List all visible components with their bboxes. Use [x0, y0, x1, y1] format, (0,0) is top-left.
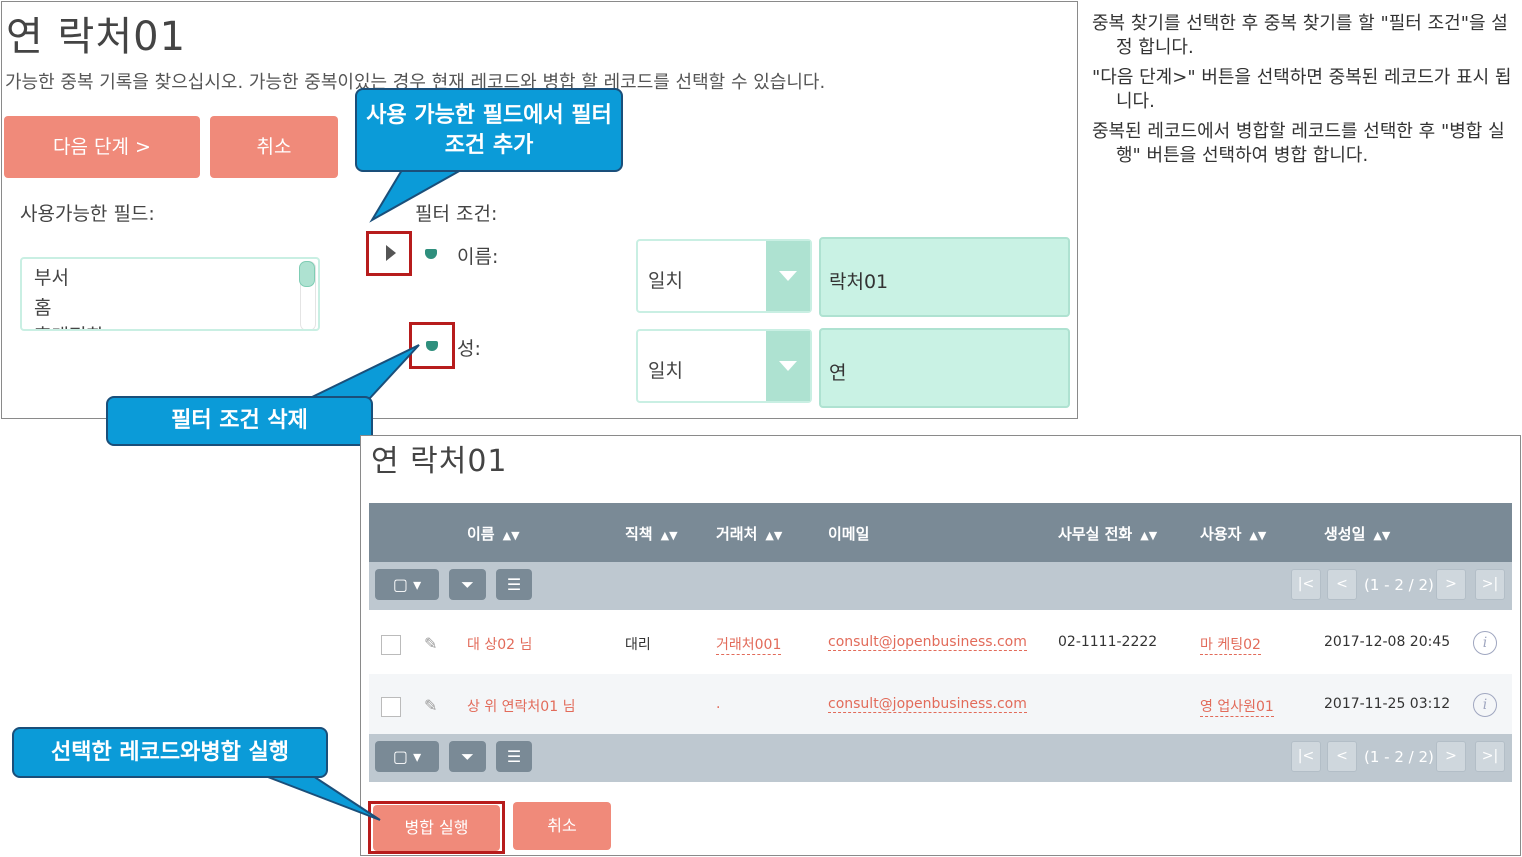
info-icon[interactable]: i — [1473, 631, 1497, 655]
table-row[interactable]: ✎ 대 상02 님 대리 거래처001 consult@jopenbusines… — [369, 612, 1512, 674]
note-line: 중복 찾기를 선택한 후 중복 찾기를 할 "필터 조건"을 설정 합니다. — [1092, 13, 1508, 58]
cell-user[interactable]: 마 케팅02 — [1200, 634, 1261, 655]
pagination-text: (1 - 2 / 2) — [1364, 748, 1434, 766]
first-page-button[interactable]: |< — [1291, 741, 1321, 772]
table-toolbar-top: ▢ ▾ ⏷ ☰ |< < (1 - 2 / 2) > >| — [369, 562, 1512, 610]
instruction-notes: 중복 찾기를 선택한 후 중복 찾기를 할 "필터 조건"을 설정 합니다. "… — [1092, 12, 1512, 174]
col-header-name[interactable]: 이름 ▲▼ — [467, 523, 520, 544]
last-page-button[interactable]: >| — [1475, 569, 1505, 600]
col-header-title[interactable]: 직책 ▲▼ — [625, 523, 678, 544]
first-page-button[interactable]: |< — [1291, 569, 1321, 600]
cell-name[interactable]: 대 상02 님 — [467, 634, 532, 654]
cell-account[interactable]: . — [716, 696, 720, 712]
cell-name[interactable]: 상 위 연락처01 님 — [467, 696, 575, 716]
info-icon[interactable]: i — [1473, 693, 1497, 717]
list-item[interactable]: 휴대전화 — [34, 321, 104, 329]
list-icon[interactable]: ☰ — [496, 741, 532, 772]
filter-icon[interactable]: ⏷ — [449, 741, 486, 772]
cancel-merge-button[interactable]: 취소 — [513, 802, 611, 850]
table-row[interactable]: ✎ 상 위 연락처01 님 . consult@jopenbusiness.co… — [369, 674, 1512, 736]
operator-select-last-name[interactable]: 일치 — [636, 329, 812, 403]
scrollbar-thumb[interactable] — [299, 261, 315, 287]
col-header-email: 이메일 — [828, 525, 870, 543]
note-line: "다음 단계>" 버튼을 선택하면 중복된 레코드가 표시 됩니다. — [1092, 67, 1512, 112]
col-header-account[interactable]: 거래처 ▲▼ — [716, 523, 782, 544]
trash-icon[interactable] — [425, 249, 437, 259]
cell-created: 2017-11-25 03:12 — [1324, 696, 1451, 712]
list-icon[interactable]: ☰ — [496, 569, 532, 600]
pencil-icon[interactable]: ✎ — [424, 696, 437, 715]
pencil-icon[interactable]: ✎ — [424, 634, 437, 653]
callout-merge: 선택한 레코드와병합 실행 — [12, 727, 328, 778]
next-step-button[interactable]: 다음 단계 > — [4, 116, 200, 178]
duplicates-result-panel: 연 락처01 이름 ▲▼ 직책 ▲▼ 거래처 ▲▼ 이메일 사무실 전화 ▲▼ 사용자 ▲… — [360, 435, 1521, 856]
prev-page-button[interactable]: < — [1327, 741, 1357, 772]
callout-add-filter: 사용 가능한 필드에서 필터 조건 추가 — [355, 88, 623, 172]
cell-phone: 02-1111-2222 — [1058, 634, 1158, 650]
cell-email[interactable]: consult@jopenbusiness.com — [828, 696, 1027, 713]
chevron-down-icon[interactable] — [766, 241, 810, 311]
col-header-phone[interactable]: 사무실 전화 ▲▼ — [1058, 523, 1157, 544]
col-header-user[interactable]: 사용자 ▲▼ — [1200, 523, 1266, 544]
page-title: 연 락처01 — [6, 14, 187, 60]
prev-page-button[interactable]: < — [1327, 569, 1357, 600]
filter-label-last-name: 성: — [457, 338, 481, 360]
cell-user[interactable]: 영 업사원01 — [1200, 696, 1274, 717]
row-checkbox[interactable] — [381, 697, 401, 717]
add-filter-highlight[interactable] — [366, 231, 412, 276]
table-toolbar-bottom: ▢ ▾ ⏷ ☰ |< < (1 - 2 / 2) > >| — [369, 734, 1512, 782]
cancel-button[interactable]: 취소 — [210, 116, 338, 178]
chevron-down-icon[interactable] — [766, 331, 810, 401]
row-checkbox[interactable] — [381, 635, 401, 655]
next-page-button[interactable]: > — [1436, 741, 1466, 772]
col-header-created[interactable]: 생성일 ▲▼ — [1324, 523, 1390, 544]
select-dropdown-button[interactable]: ▢ ▾ — [375, 569, 439, 600]
list-item[interactable]: 홈 — [34, 293, 51, 320]
callout-delete-filter: 필터 조건 삭제 — [106, 396, 373, 446]
cell-account[interactable]: 거래처001 — [716, 634, 782, 655]
operator-select-first-name[interactable]: 일치 — [636, 239, 812, 313]
find-duplicates-panel: 연 락처01 가능한 중복 기록을 찾으십시오. 가능한 중복이있는 경우 현재… — [1, 1, 1078, 419]
filter-label-first-name: 이름: — [457, 246, 499, 268]
next-page-button[interactable]: > — [1436, 569, 1466, 600]
available-fields-label: 사용가능한 필드: — [20, 203, 155, 225]
list-item[interactable]: 부서 — [34, 263, 69, 290]
result-title: 연 락처01 — [371, 444, 508, 479]
value-input-first-name[interactable]: 락처01 — [819, 237, 1070, 317]
cell-title: 대리 — [625, 637, 651, 653]
note-line: 중복된 레코드에서 병합할 레코드를 선택한 후 "병합 실행" 버튼을 선택하… — [1092, 121, 1505, 166]
available-fields-list[interactable]: 부서 홈 휴대전화 — [20, 257, 320, 331]
filter-icon[interactable]: ⏷ — [449, 569, 486, 600]
last-page-button[interactable]: >| — [1475, 741, 1505, 772]
value-input-last-name[interactable]: 연 — [819, 328, 1070, 408]
table-header: 이름 ▲▼ 직책 ▲▼ 거래처 ▲▼ 이메일 사무실 전화 ▲▼ 사용자 ▲▼ 생성일 ▲▼ — [369, 503, 1512, 563]
cell-email[interactable]: consult@jopenbusiness.com — [828, 634, 1027, 651]
pagination-text: (1 - 2 / 2) — [1364, 576, 1434, 594]
cell-created: 2017-12-08 20:45 — [1324, 634, 1451, 650]
play-arrow-icon[interactable] — [386, 245, 396, 261]
